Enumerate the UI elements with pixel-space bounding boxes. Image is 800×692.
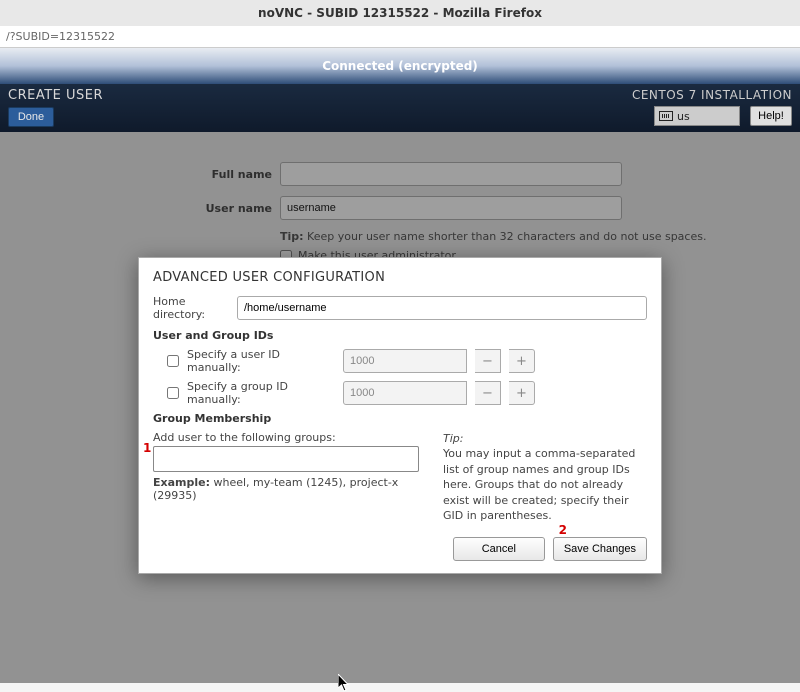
gid-field — [343, 381, 467, 405]
installer-header: CREATE USER Done CENTOS 7 INSTALLATION u… — [0, 84, 800, 132]
uids-heading: User and Group IDs — [153, 329, 647, 342]
help-button[interactable]: Help! — [750, 106, 792, 126]
home-dir-field[interactable] — [237, 296, 647, 320]
gid-manual-checkbox[interactable] — [167, 387, 179, 399]
dialog-title: ADVANCED USER CONFIGURATION — [153, 270, 647, 285]
uid-field — [343, 349, 467, 373]
keyboard-indicator[interactable]: us — [654, 106, 740, 126]
gid-decrement-button[interactable]: − — [475, 381, 501, 405]
uid-increment-button[interactable]: + — [509, 349, 535, 373]
vnc-status-text: Connected (encrypted) — [322, 59, 478, 73]
vnc-status-bar: Connected (encrypted) — [0, 48, 800, 84]
gm-tip-text: You may input a comma-separated list of … — [443, 447, 635, 522]
example-prefix: Example: — [153, 476, 210, 489]
browser-url-text: /?SUBID=12315522 — [6, 30, 115, 43]
keyboard-layout-text: us — [677, 110, 690, 123]
groups-example: Example: wheel, my-team (1245), project-… — [153, 476, 419, 502]
gm-tip-prefix: Tip: — [443, 432, 463, 445]
spoke-title: CREATE USER — [8, 88, 103, 103]
uid-manual-label: Specify a user ID manually: — [187, 348, 335, 374]
annotation-marker-1: 1 — [143, 441, 151, 455]
save-changes-button[interactable]: Save Changes — [553, 537, 647, 561]
done-button[interactable]: Done — [8, 107, 54, 127]
installation-title: CENTOS 7 INSTALLATION — [632, 88, 792, 102]
home-dir-label: Home directory: — [153, 295, 237, 321]
annotation-marker-2: 2 — [559, 523, 567, 537]
groups-field[interactable] — [153, 446, 419, 472]
uid-decrement-button[interactable]: − — [475, 349, 501, 373]
groups-tip: Tip: You may input a comma-separated lis… — [443, 431, 647, 523]
gid-increment-button[interactable]: + — [509, 381, 535, 405]
gm-heading: Group Membership — [153, 412, 647, 425]
browser-title-text: noVNC - SUBID 12315522 - Mozilla Firefox — [258, 6, 542, 20]
browser-address-bar[interactable]: /?SUBID=12315522 — [0, 26, 800, 48]
cancel-button[interactable]: Cancel — [453, 537, 545, 561]
gm-add-label: Add user to the following groups: — [153, 431, 419, 444]
browser-title-bar: noVNC - SUBID 12315522 - Mozilla Firefox — [0, 0, 800, 26]
uid-manual-checkbox[interactable] — [167, 355, 179, 367]
keyboard-icon — [659, 111, 673, 121]
gid-manual-label: Specify a group ID manually: — [187, 380, 335, 406]
advanced-user-dialog: ADVANCED USER CONFIGURATION Home directo… — [138, 257, 662, 574]
